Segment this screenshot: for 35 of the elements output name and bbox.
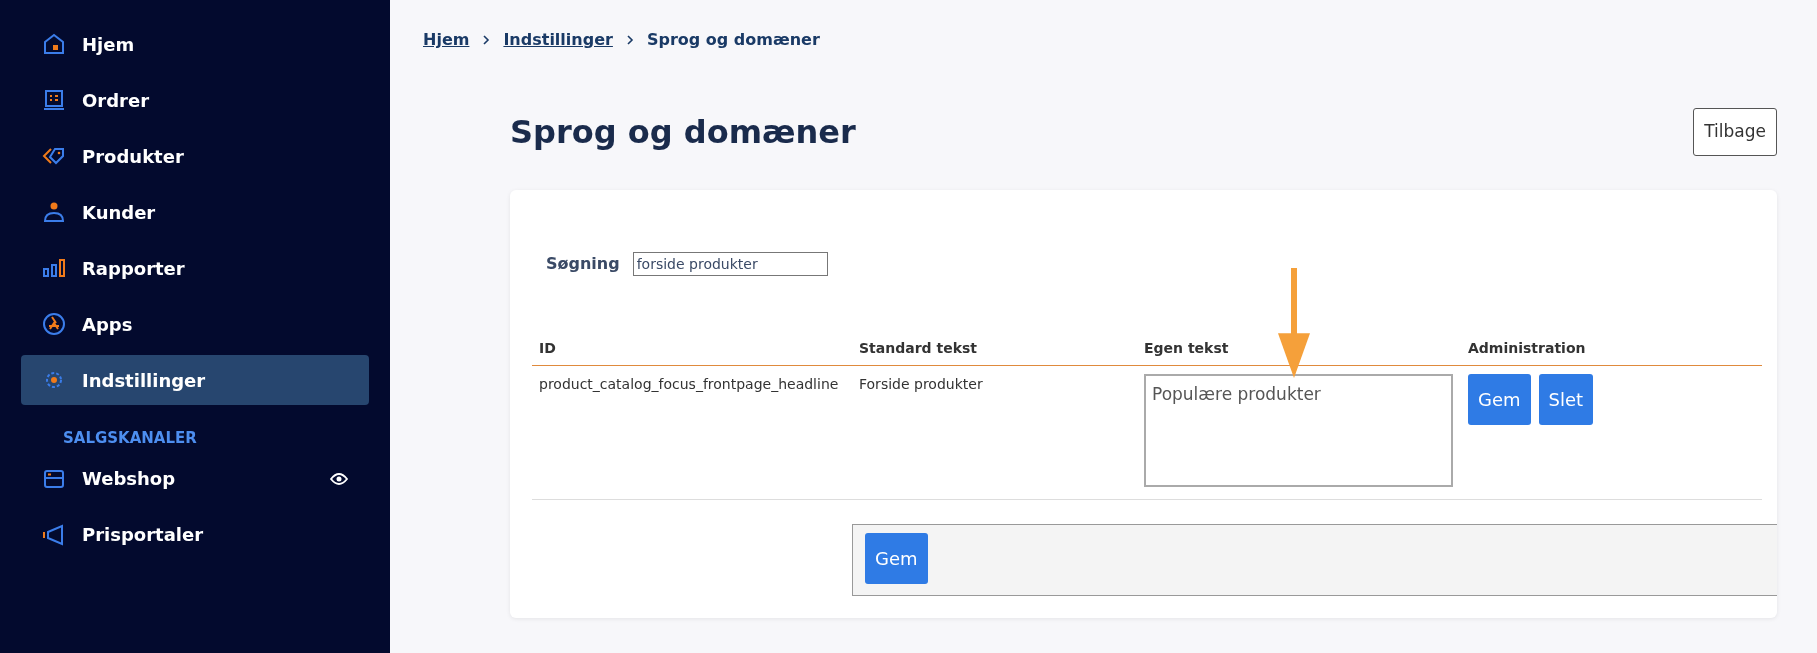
- column-header: ID: [532, 331, 852, 365]
- text-area[interactable]: Populære produkter: [1144, 373, 1453, 487]
- breadcrumb-item[interactable]: Hjem: [423, 28, 470, 52]
- sidebar-item[interactable]: Apps: [21, 299, 369, 349]
- back-button[interactable]: Tilbage: [1693, 108, 1777, 156]
- chevron-icon: [624, 34, 635, 46]
- apps-icon: [42, 312, 66, 336]
- breadcrumb-item[interactable]: Indstillinger: [503, 28, 613, 52]
- sidebar-item[interactable]: Prisportaler: [21, 509, 369, 560]
- chevron-icon: [481, 34, 492, 46]
- list-icon: [42, 88, 66, 112]
- column-header: Administration: [1461, 331, 1762, 365]
- bar-chart-icon: [42, 256, 66, 280]
- sidebar-item[interactable]: Hjem: [21, 19, 369, 69]
- eye-icon[interactable]: [330, 471, 348, 486]
- search-label: Søgning: [546, 252, 620, 275]
- sidebar-item[interactable]: Kunder: [21, 187, 369, 237]
- save-button[interactable]: Gem: [865, 532, 928, 584]
- row-button[interactable]: Gem: [1468, 373, 1531, 425]
- table-cell: Forside produkter: [852, 365, 1137, 499]
- breadcrumb-item: Sprog og domæner: [646, 29, 820, 51]
- section-heading: SALGSKANALER: [62, 428, 198, 449]
- page-title: Sprog og domæner: [510, 112, 856, 151]
- sidebar-item[interactable]: Rapporter: [21, 243, 369, 293]
- row-button[interactable]: Slet: [1538, 373, 1594, 425]
- sidebar-item[interactable]: Webshop: [21, 453, 369, 504]
- sidebar-item[interactable]: Produkter: [21, 131, 369, 181]
- sidebar-item[interactable]: Indstillinger: [21, 355, 369, 405]
- table-cell: product_catalog_focus_frontpage_headline: [532, 365, 852, 499]
- person-icon: [42, 200, 66, 224]
- search-field[interactable]: forside produkter: [632, 251, 828, 276]
- column-header: Standard tekst: [852, 331, 1137, 365]
- sidebar-item[interactable]: Ordrer: [21, 75, 369, 125]
- house-icon: [42, 32, 66, 56]
- megaphone-icon: [42, 522, 66, 547]
